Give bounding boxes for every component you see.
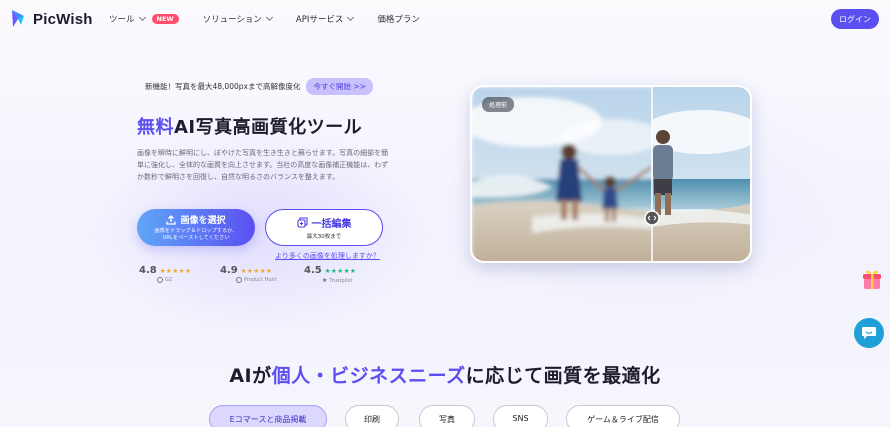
page-title: 無料AI写真高画質化ツール [137,113,362,139]
rating-score: 4.5 [304,265,322,276]
gift-icon[interactable] [862,268,882,290]
section-title: AIが個人・ビジネスニーズに応じて画質を最適化 [0,361,890,388]
before-tag: 処理前 [482,97,515,112]
login-button[interactable]: ログイン [831,9,879,29]
rating-source: Trustpilot [329,277,353,284]
nav-item-tools[interactable]: ツール NEW [109,13,179,25]
tab-print[interactable]: 印刷 [345,405,399,427]
title-accent: 無料 [137,117,174,138]
more-images-link[interactable]: より多くの画像を処理しますか？ [275,251,380,261]
upload-main: 画像を選択 [166,213,226,226]
rating-stars: ★★★★★ [159,267,192,275]
before-after-comparison[interactable] [470,85,752,263]
chat-bubble-icon [862,327,876,339]
promo-text: 新機能！写真を最大48,000pxまで高解像度化 [145,82,301,91]
nav-item-label: APIサービス [295,15,344,25]
upload-hint-line: 画像をドラッグ＆ドロップするか、 [154,228,238,234]
section-title-pre: AIが [229,365,272,387]
promo-banner: 新機能！写真を最大48,000pxまで高解像度化 今すぐ開始 >> [145,78,373,95]
upload-hint: 画像をドラッグ＆ドロップするか、 URLをペーストしてください [155,228,238,242]
batch-edit-button[interactable]: 一括編集 最大30枚まで [265,209,383,246]
batch-main: 一括編集 [296,215,352,230]
tab-gaming-live[interactable]: ゲーム＆ライブ配信 [566,405,680,427]
top-header: PicWish ツール NEW ソリューション APIサービス 価格プラン ログ… [0,0,890,38]
batch-limit: 最大30枚まで [306,234,342,240]
nav-item-solutions[interactable]: ソリューション [202,13,273,25]
rating-trustpilot: 4.5 ★★★★★ ★ Trustpilot [304,265,356,284]
main-nav: ツール NEW ソリューション APIサービス 価格プラン [109,13,444,25]
product-hunt-icon [236,277,242,283]
tab-sns[interactable]: SNS [493,405,548,427]
chat-support-button[interactable] [854,318,884,348]
nav-item-label: ソリューション [202,15,262,25]
rating-stars: ★★★★★ [324,267,357,275]
nav-item-pricing[interactable]: 価格プラン [377,13,420,25]
tab-photo[interactable]: 写真 [419,405,475,427]
new-badge: NEW [151,14,179,24]
upload-label: 画像を選択 [180,216,226,226]
beach-family-photo [472,87,750,261]
brand-logo[interactable]: PicWish [9,9,93,29]
upload-hint-line: URLをペーストしてください [162,235,230,241]
batch-label: 一括編集 [311,219,352,230]
rating-product-hunt: 4.9 ★★★★★ Product Hunt [220,265,277,283]
rating-source: G2 [165,277,173,283]
title-rest: AI写真高画質化ツール [174,117,363,138]
rating-g2: 4.8 ★★★★★ G2 [139,265,191,283]
nav-item-api[interactable]: APIサービス [295,13,355,25]
tab-ecommerce[interactable]: Eコマースと商品掲載 [209,405,327,427]
upload-image-button[interactable]: 画像を選択 画像をドラッグ＆ドロップするか、 URLをペーストしてください [137,209,255,246]
chevron-down-icon [347,13,355,22]
nav-item-label: 価格プラン [377,15,420,25]
g2-icon [157,277,163,283]
comparison-slider-handle[interactable] [644,210,660,226]
picwish-logo-icon [12,10,24,27]
promo-start-button[interactable]: 今すぐ開始 >> [306,78,373,95]
chevron-down-icon [265,13,273,22]
brand-name: PicWish [33,10,93,28]
trustpilot-star-icon: ★ [322,277,328,284]
section-title-post: に応じて画質を最適化 [465,365,661,387]
section-title-accent: 個人・ビジネスニーズ [271,365,466,387]
upload-icon [166,214,177,225]
rating-score: 4.8 [139,265,157,276]
rating-stars: ★★★★★ [240,267,273,275]
chevron-down-icon [138,13,146,22]
rating-source: Product Hunt [244,277,277,283]
nav-item-label: ツール [109,15,135,25]
hero-description: 画像を瞬時に鮮明にし、ぼやけた写真を生き生きと蘇らせます。写真の細部を簡単に強化… [137,149,389,181]
batch-images-icon [296,217,308,228]
rating-score: 4.9 [220,265,238,276]
